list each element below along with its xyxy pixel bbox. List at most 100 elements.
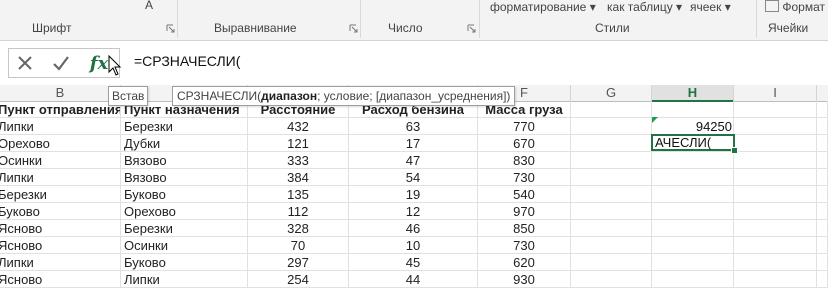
cell-i[interactable]: [734, 169, 817, 186]
cell-e[interactable]: 12: [349, 203, 478, 220]
fill-handle[interactable]: [731, 147, 738, 154]
cell-b[interactable]: Осинки: [0, 152, 121, 169]
cell-i[interactable]: [734, 186, 817, 203]
cell-c[interactable]: Вязово: [121, 169, 248, 186]
cell-b[interactable]: Буково: [0, 203, 121, 220]
cell-d[interactable]: 328: [248, 220, 349, 237]
column-header-b[interactable]: B: [0, 85, 121, 102]
cell-d[interactable]: 135: [248, 186, 349, 203]
cell-b[interactable]: Липки: [0, 254, 121, 271]
header-cell-j[interactable]: [817, 101, 828, 118]
cell-e[interactable]: 46: [349, 220, 478, 237]
cell-f[interactable]: 850: [478, 220, 571, 237]
format-as-table-button[interactable]: как таблицу ▾: [607, 0, 682, 14]
cell-f[interactable]: 730: [478, 237, 571, 254]
cell-g[interactable]: [571, 152, 652, 169]
cell-j[interactable]: [817, 169, 828, 186]
cell-h[interactable]: [652, 254, 734, 271]
cell-g[interactable]: [571, 254, 652, 271]
cell-styles-button[interactable]: ячеек ▾: [690, 0, 731, 14]
cell-g[interactable]: [571, 186, 652, 203]
cell-d[interactable]: 333: [248, 152, 349, 169]
cell-c[interactable]: Буково: [121, 254, 248, 271]
cell-g[interactable]: [571, 118, 652, 135]
cell-b[interactable]: Березки: [0, 186, 121, 203]
column-header-g[interactable]: G: [571, 85, 652, 102]
cell-c[interactable]: Березки: [121, 118, 248, 135]
cell-i[interactable]: [734, 220, 817, 237]
cell-c[interactable]: Орехово: [121, 203, 248, 220]
cell-f[interactable]: 970: [478, 203, 571, 220]
tooltip-function-name[interactable]: СРЗНАЧЕСЛИ(: [177, 89, 261, 103]
cell-j[interactable]: [817, 186, 828, 203]
cell-g[interactable]: [571, 135, 652, 152]
conditional-format-button[interactable]: форматирование ▾: [490, 0, 596, 14]
cell-b[interactable]: Ясново: [0, 271, 121, 288]
cell-b[interactable]: Липки: [0, 169, 121, 186]
header-cell-i[interactable]: [734, 101, 817, 118]
tooltip-current-arg[interactable]: диапазон: [261, 89, 317, 103]
cell-f[interactable]: 670: [478, 135, 571, 152]
cell-j[interactable]: [817, 220, 828, 237]
cell-d[interactable]: 432: [248, 118, 349, 135]
dialog-launcher-icon[interactable]: [349, 24, 358, 33]
cell-b[interactable]: Орехово: [0, 135, 121, 152]
cell-i[interactable]: [734, 254, 817, 271]
cell-c[interactable]: Березки: [121, 220, 248, 237]
active-cell-editor[interactable]: АЧЕСЛИ(: [651, 134, 735, 151]
cell-j[interactable]: [817, 135, 828, 152]
cell-f[interactable]: 770: [478, 118, 571, 135]
cell-h[interactable]: [652, 186, 734, 203]
cell-h-value[interactable]: 94250: [652, 118, 732, 135]
cell-i[interactable]: [734, 152, 817, 169]
format-button[interactable]: Формат: [765, 0, 825, 14]
dialog-launcher-icon[interactable]: [467, 24, 476, 33]
cell-e[interactable]: 10: [349, 237, 478, 254]
cell-h[interactable]: [652, 203, 734, 220]
cell-j[interactable]: [817, 118, 828, 135]
cell-f[interactable]: 830: [478, 152, 571, 169]
cell-e[interactable]: 54: [349, 169, 478, 186]
cell-b[interactable]: Ясново: [0, 220, 121, 237]
enter-button[interactable]: [49, 52, 73, 74]
cell-b[interactable]: Ясново: [0, 237, 121, 254]
cell-h[interactable]: [652, 152, 734, 169]
cell-e[interactable]: 45: [349, 254, 478, 271]
cell-e[interactable]: 17: [349, 135, 478, 152]
cell-e[interactable]: 44: [349, 271, 478, 288]
cell-i[interactable]: [734, 203, 817, 220]
cell-h[interactable]: [652, 237, 734, 254]
cell-g[interactable]: [571, 220, 652, 237]
cell-e[interactable]: 63: [349, 118, 478, 135]
column-header-i[interactable]: I: [734, 85, 817, 102]
cell-b[interactable]: Липки: [0, 118, 121, 135]
header-cell-h[interactable]: [652, 101, 734, 118]
cell-j[interactable]: [817, 237, 828, 254]
cell-i[interactable]: [734, 271, 817, 288]
cell-i[interactable]: [734, 237, 817, 254]
cell-j[interactable]: [817, 254, 828, 271]
cell-d[interactable]: 297: [248, 254, 349, 271]
cell-d[interactable]: 384: [248, 169, 349, 186]
cell-d[interactable]: 121: [248, 135, 349, 152]
dialog-launcher-icon[interactable]: [166, 24, 175, 33]
cell-g[interactable]: [571, 203, 652, 220]
cell-c[interactable]: Буково: [121, 186, 248, 203]
cell-i[interactable]: [734, 118, 817, 135]
cell-c[interactable]: Липки: [121, 271, 248, 288]
cell-f[interactable]: 930: [478, 271, 571, 288]
cell-j[interactable]: [817, 271, 828, 288]
cell-f[interactable]: 620: [478, 254, 571, 271]
cell-h[interactable]: [652, 271, 734, 288]
cell-i[interactable]: [734, 135, 817, 152]
cell-h[interactable]: [652, 169, 734, 186]
cell-g[interactable]: [571, 169, 652, 186]
cell-d[interactable]: 70: [248, 237, 349, 254]
cell-e[interactable]: 19: [349, 186, 478, 203]
column-header-h[interactable]: H: [652, 85, 734, 102]
cell-j[interactable]: [817, 203, 828, 220]
cell-d[interactable]: 254: [248, 271, 349, 288]
cell-f[interactable]: 730: [478, 169, 571, 186]
cell-d[interactable]: 112: [248, 203, 349, 220]
cell-g[interactable]: [571, 271, 652, 288]
